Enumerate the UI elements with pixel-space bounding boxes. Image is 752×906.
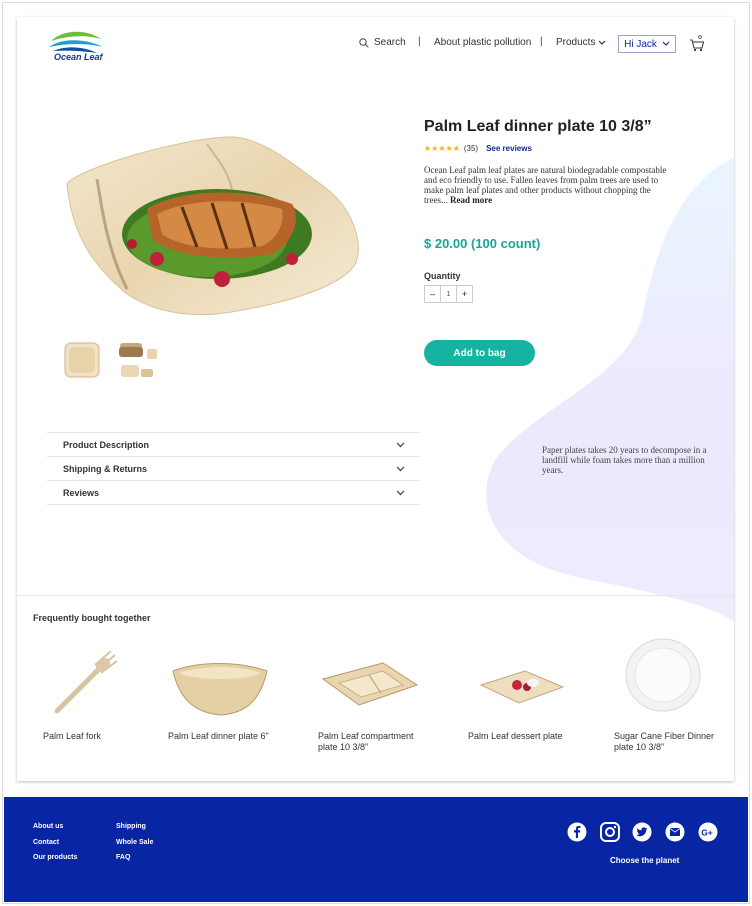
rating-stars-icon: ★★★★★ (424, 144, 460, 153)
mail-icon[interactable] (665, 822, 685, 842)
accordion-label: Shipping & Returns (63, 463, 147, 474)
accordion-product-description[interactable]: Product Description (47, 432, 419, 456)
cart-icon[interactable] (689, 34, 705, 52)
search-icon (359, 37, 369, 48)
accordion-label: Reviews (63, 487, 100, 498)
review-count: (35) (463, 144, 479, 153)
search-label: Search (374, 37, 406, 48)
pollution-fact: Paper plates takes 20 years to decompose… (542, 445, 707, 475)
sugar-cane-plate-image[interactable] (623, 637, 703, 713)
quantity-decrease-button[interactable]: – (424, 285, 441, 303)
footer-link-wholesale[interactable]: Whole Sale (116, 839, 153, 846)
quantity-increase-button[interactable]: + (456, 285, 473, 303)
footer: About us Contact Our products Shipping W… (4, 797, 748, 902)
accordion-shipping-returns[interactable]: Shipping & Returns (47, 456, 419, 480)
svg-text:G+: G+ (701, 827, 713, 837)
nav-search[interactable]: Search (359, 37, 406, 48)
chevron-down-icon (599, 40, 606, 45)
quantity-stepper: – 1 + (424, 285, 473, 303)
nav-products[interactable]: Products (556, 37, 606, 48)
twitter-icon[interactable] (632, 822, 652, 842)
product-item-sugar-cane-plate[interactable]: Sugar Cane Fiber Dinner plate 10 3/8” (614, 731, 729, 753)
read-more-link[interactable]: Read more (450, 195, 492, 205)
nav-separator: | (540, 36, 543, 47)
product-title: Palm Leaf dinner plate 10 3/8” (424, 118, 652, 135)
product-item-dinner-plate-6[interactable]: Palm Leaf dinner plate 6” (168, 731, 278, 742)
thumbnail-stack[interactable] (117, 339, 161, 381)
add-to-bag-button[interactable]: Add to bag (424, 340, 535, 366)
footer-link-products[interactable]: Our products (33, 854, 77, 861)
footer-link-about[interactable]: About us (33, 823, 63, 830)
chevron-down-icon (396, 442, 405, 447)
google-plus-icon[interactable]: G+ (698, 822, 718, 842)
product-price: $ 20.00 (100 count) (424, 236, 541, 251)
chevron-down-icon (396, 466, 405, 471)
footer-link-faq[interactable]: FAQ (116, 854, 130, 861)
dessert-plate-image[interactable] (477, 667, 567, 707)
accordion-reviews[interactable]: Reviews (47, 480, 419, 505)
nav-about-plastic-pollution[interactable]: About plastic pollution (434, 37, 531, 48)
product-description: Ocean Leaf palm leaf plates are natural … (424, 165, 674, 205)
about-label: About plastic pollution (434, 37, 532, 48)
footer-link-contact[interactable]: Contact (33, 839, 59, 846)
footer-link-shipping[interactable]: Shipping (116, 823, 146, 830)
fork-image[interactable] (51, 649, 123, 717)
accordion-label: Product Description (63, 439, 150, 450)
product-item-compartment-plate[interactable]: Palm Leaf compartment plate 10 3/8” (318, 731, 430, 753)
quantity-label: Quantity (424, 271, 461, 281)
see-reviews-link[interactable]: See reviews (486, 144, 532, 153)
thumbnail-plate[interactable] (63, 341, 101, 379)
chevron-down-icon (662, 41, 670, 46)
section-divider (17, 595, 734, 596)
compartment-plate-image[interactable] (319, 659, 421, 709)
dinner-plate-6-image[interactable] (169, 657, 271, 719)
product-item-fork[interactable]: Palm Leaf fork (43, 731, 101, 742)
product-item-dessert-plate[interactable]: Palm Leaf dessert plate (468, 731, 563, 742)
product-card: Ocean Leaf Search | About plastic pollut… (17, 17, 734, 781)
chevron-down-icon (396, 490, 405, 495)
footer-tagline: Choose the planet (610, 856, 680, 865)
quantity-value[interactable]: 1 (440, 285, 457, 303)
facebook-icon[interactable] (567, 822, 587, 842)
frequently-bought-title: Frequently bought together (33, 613, 151, 623)
rating-row: ★★★★★ (35) See reviews (424, 144, 532, 153)
products-label: Products (556, 37, 596, 48)
product-main-image (66, 136, 359, 316)
instagram-icon[interactable] (600, 822, 620, 842)
logo-text: Ocean Leaf (54, 52, 103, 62)
nav-separator: | (418, 36, 421, 47)
user-menu-button[interactable]: Hi Jack (618, 35, 676, 53)
user-label: Hi Jack (624, 38, 657, 50)
